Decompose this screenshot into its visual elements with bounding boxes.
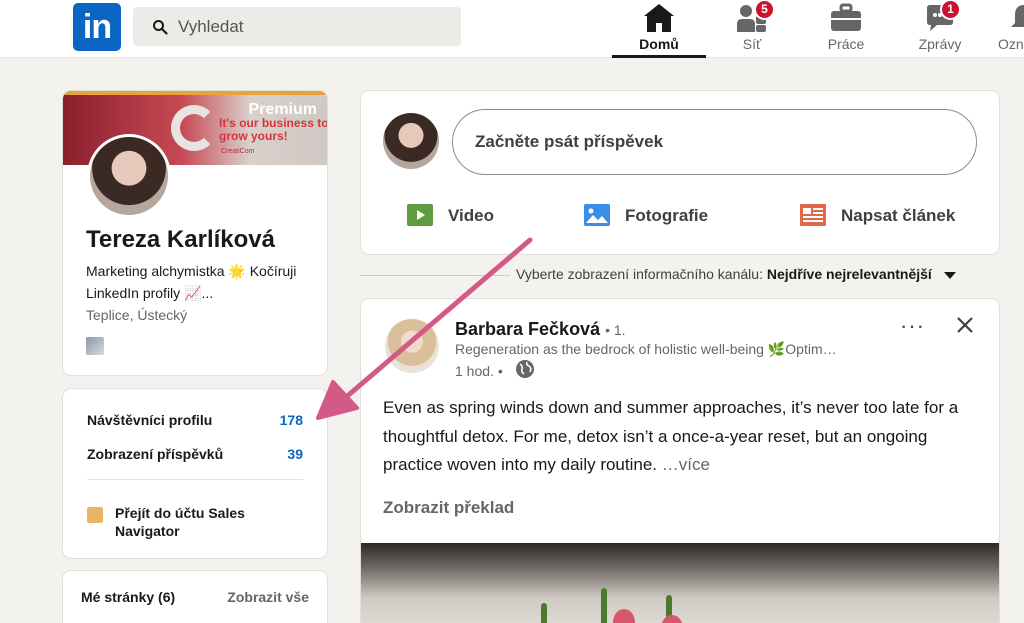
my-pages-card: Mé stránky (6) Zobrazit vše [62, 570, 328, 623]
profile-headline: Marketing alchymistka 🌟 Kočíruji LinkedI… [86, 263, 297, 301]
profile-visitors-label: Návštěvníci profilu [87, 412, 213, 428]
profile-visitors-row[interactable]: Návštěvníci profilu 178 [87, 412, 303, 428]
feed-sort-selector[interactable]: Vyberte zobrazení informačního kanálu: N… [516, 266, 956, 282]
network-badge: 5 [754, 0, 775, 20]
see-more-link[interactable]: …více [662, 455, 710, 474]
home-icon [644, 4, 674, 32]
tulip-stem [601, 588, 607, 623]
post-author-tagline: Regeneration as the bedrock of holistic … [455, 341, 837, 357]
nav-notifications-label: Ozn [998, 36, 1024, 52]
sales-navigator-icon [87, 507, 103, 523]
nav-jobs[interactable]: Práce [808, 0, 884, 58]
profile-name[interactable]: Tereza Karlíková [86, 226, 275, 254]
more-options-icon[interactable]: ··· [900, 313, 925, 339]
translate-button[interactable]: Zobrazit překlad [383, 498, 514, 518]
bell-icon [1011, 5, 1024, 27]
post-author-avatar[interactable] [385, 319, 439, 373]
post-impressions-row[interactable]: Zobrazení příspěvků 39 [87, 446, 303, 462]
search-box[interactable] [133, 7, 461, 46]
nav-network-label: Síť [742, 36, 762, 52]
nav-notifications[interactable]: Ozn [994, 0, 1024, 58]
feed-sort-value: Nejdříve nejrelevantnější [766, 266, 932, 282]
post-text: Even as spring winds down and summer app… [383, 394, 983, 480]
feed-sort-label: Vyberte zobrazení informačního kanálu: [516, 266, 763, 282]
tulip-flower [613, 609, 635, 623]
search-input[interactable] [178, 7, 448, 46]
nav-messaging[interactable]: 1 Zprávy [904, 0, 976, 58]
video-icon [407, 204, 433, 226]
nav-home[interactable]: Domů [612, 0, 706, 58]
tulip-stem [541, 603, 547, 623]
nav-messaging-label: Zprávy [918, 36, 962, 52]
photo-icon [584, 204, 610, 226]
profile-visitors-value: 178 [279, 412, 303, 428]
photo-button[interactable]: Fotografie [583, 201, 733, 231]
post-impressions-value: 39 [287, 446, 303, 462]
video-button[interactable]: Video [406, 201, 526, 231]
profile-location: Teplice, Ústecký [86, 307, 188, 323]
write-article-button[interactable]: Napsat článek [799, 201, 979, 231]
company-logo[interactable] [86, 337, 104, 355]
sales-navigator-label: Přejít do účtu Sales Navigator [115, 505, 245, 539]
premium-strip [63, 91, 327, 95]
banner-brand: CreatiCom [221, 148, 255, 155]
composer-avatar[interactable] [383, 113, 439, 169]
banner-slogan: It's our business to grow yours! [219, 116, 328, 143]
post-image[interactable] [361, 543, 999, 623]
write-article-label: Napsat článek [841, 206, 956, 225]
caret-down-icon [943, 271, 956, 279]
globe-icon [516, 360, 534, 378]
banner-logo-mark [171, 105, 217, 151]
post-author[interactable]: Barbara Fečková • 1. [455, 319, 626, 340]
nav-home-label: Domů [639, 36, 679, 52]
connection-degree: • 1. [605, 322, 626, 338]
profile-card: It's our business to grow yours! CreatiC… [62, 90, 328, 376]
linkedin-logo[interactable]: in [73, 3, 121, 51]
search-icon [153, 20, 168, 35]
premium-label: Premium [248, 101, 317, 118]
view-all-link[interactable]: Zobrazit vše [227, 589, 309, 605]
top-navigation: in Domů 5 Síť Práce [0, 0, 1024, 58]
post-time: 1 hod. • [455, 363, 503, 379]
post-author-name: Barbara Fečková [455, 319, 601, 339]
nav-jobs-label: Práce [827, 36, 865, 52]
tulip-flower [661, 615, 683, 623]
messaging-badge: 1 [940, 0, 961, 20]
video-label: Video [448, 206, 494, 225]
post-impressions-label: Zobrazení příspěvků [87, 446, 224, 462]
briefcase-icon [831, 3, 861, 31]
profile-stats-card: Návštěvníci profilu 178 Zobrazení příspě… [62, 388, 328, 559]
close-icon[interactable] [955, 315, 975, 335]
profile-avatar[interactable] [87, 134, 171, 218]
start-post-button[interactable]: Začněte psát příspěvek [452, 109, 977, 175]
article-icon [800, 204, 826, 226]
divider [87, 479, 303, 480]
my-pages-title: Mé stránky (6) [81, 589, 176, 605]
photo-label: Fotografie [625, 206, 709, 225]
nav-network[interactable]: 5 Síť [716, 0, 788, 58]
feed-sort-divider [360, 275, 510, 276]
feed-post: Barbara Fečková • 1. Regeneration as the… [360, 298, 1000, 623]
post-composer: Začněte psát příspěvek Video Fotografie … [360, 90, 1000, 255]
